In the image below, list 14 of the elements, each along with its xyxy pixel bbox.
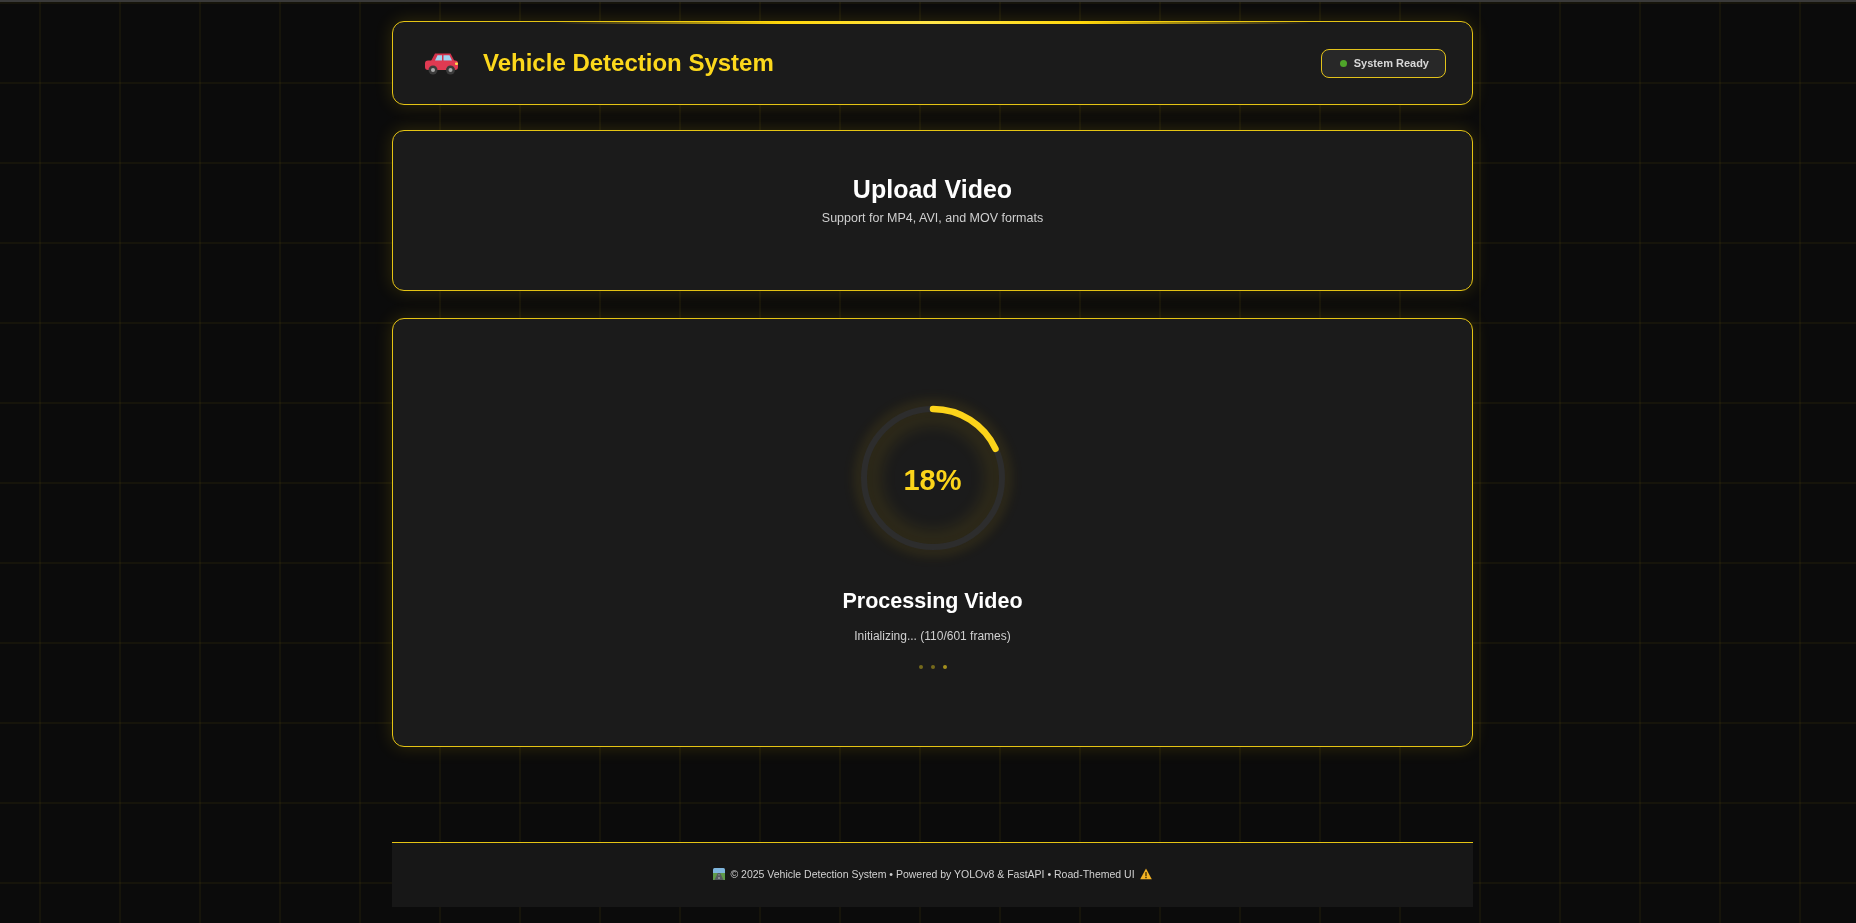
processing-status: Initializing... (110/601 frames) bbox=[854, 629, 1011, 643]
loading-dot-icon bbox=[942, 665, 947, 669]
car-icon bbox=[424, 51, 459, 75]
loading-dot-icon bbox=[930, 665, 935, 669]
upload-subtitle: Support for MP4, AVI, and MOV formats bbox=[821, 211, 1044, 225]
progress-percent: 18% bbox=[903, 464, 962, 498]
footer-text: © 2025 Vehicle Detection System • Powered by YOLOv8 & FastAPI • Road-Themed UI bbox=[730, 868, 1135, 880]
processing-title: Processing Video bbox=[842, 589, 1023, 614]
status-label: System Ready bbox=[1353, 57, 1429, 69]
app-title: Vehicle Detection System bbox=[483, 49, 774, 77]
road-icon bbox=[713, 868, 726, 880]
warning-icon bbox=[1139, 868, 1152, 880]
loading-dot-icon bbox=[918, 665, 923, 669]
upload-title: Upload Video bbox=[852, 174, 1013, 204]
